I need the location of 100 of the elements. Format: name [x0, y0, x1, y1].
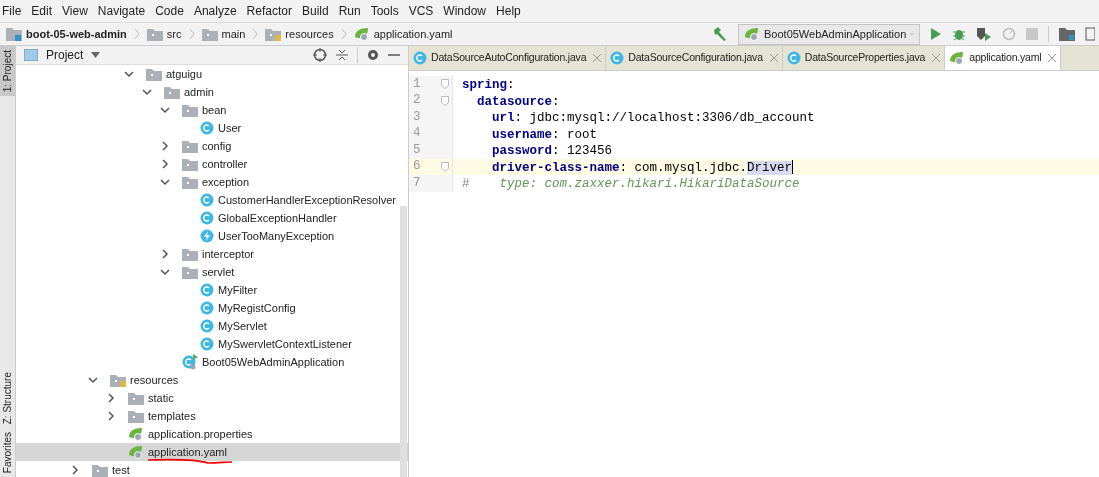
tree-item[interactable]: MyFilter — [16, 281, 408, 299]
bug-icon[interactable] — [952, 27, 966, 41]
shield-icon[interactable] — [976, 27, 992, 41]
breadcrumb-item[interactable]: boot-05-web-admin — [26, 25, 127, 43]
project-structure-icon[interactable] — [1059, 27, 1075, 41]
tree-item[interactable]: servlet — [16, 263, 408, 281]
spring-class-icon — [182, 354, 198, 370]
tree-item[interactable]: GlobalExceptionHandler — [16, 209, 408, 227]
text-cursor — [792, 160, 794, 175]
spring-leaf-icon — [128, 427, 144, 441]
menu-item[interactable]: Edit — [31, 2, 53, 20]
separator-icon — [340, 28, 347, 40]
menu-item[interactable]: Analyze — [193, 2, 237, 20]
line-number: 6 — [413, 158, 422, 176]
hammer-icon[interactable] — [712, 26, 728, 42]
settings-icon[interactable] — [366, 48, 380, 62]
spring-leaf-icon — [744, 27, 760, 41]
tree-item[interactable]: atguigu — [16, 65, 408, 83]
tree-item[interactable]: User — [16, 119, 408, 137]
chevron-down-icon[interactable] — [160, 177, 170, 187]
folder-icon — [182, 103, 198, 117]
spring-leaf-icon — [353, 27, 370, 41]
tree-item[interactable]: Boot05WebAdminApplication — [16, 353, 408, 371]
spring-leaf-icon — [949, 51, 966, 65]
breadcrumb-item[interactable]: src — [166, 25, 182, 43]
menu-item[interactable]: VCS — [408, 2, 434, 20]
chevron-right-icon[interactable] — [160, 159, 170, 169]
tree-item[interactable]: application.properties — [16, 425, 408, 443]
tree-item[interactable]: MySwervletContextListener — [16, 335, 408, 353]
tree-item[interactable]: MyServlet — [16, 317, 408, 335]
tree-item[interactable]: UserTooManyException — [16, 227, 408, 245]
spring-leaf-icon — [128, 445, 144, 459]
target-icon[interactable] — [313, 48, 327, 62]
collapse-icon[interactable] — [335, 48, 349, 62]
menu-item[interactable]: Run — [338, 2, 361, 20]
class-icon — [200, 283, 214, 297]
tree-item[interactable]: bean — [16, 101, 408, 119]
menu-item[interactable]: Code — [155, 2, 184, 20]
separator-icon — [252, 28, 259, 40]
tree-item[interactable]: MyRegistConfig — [16, 299, 408, 317]
chevron-down-icon[interactable] — [160, 267, 170, 277]
tree-item[interactable]: resources — [16, 371, 408, 389]
menu-item[interactable]: Help — [496, 2, 521, 20]
menu-item[interactable]: Navigate — [97, 2, 146, 20]
code-line: datasource: — [476, 93, 561, 109]
panel-title[interactable]: Project — [46, 46, 84, 64]
side-tab[interactable]: Favorites — [0, 427, 15, 477]
window-icon — [24, 49, 38, 61]
caret-icon[interactable] — [91, 52, 101, 58]
separator-icon — [133, 28, 140, 40]
line-number: 2 — [413, 92, 422, 110]
menu-item[interactable]: Refactor — [246, 2, 292, 20]
resources-folder-icon — [265, 27, 282, 41]
code-line: url: jdbc:mysql://localhost:3306/db_account — [491, 110, 816, 126]
folder-icon — [146, 27, 163, 41]
chevron-down-icon[interactable] — [142, 87, 152, 97]
folder-icon — [182, 175, 198, 189]
class-icon — [200, 121, 214, 135]
menu-item[interactable]: File — [2, 2, 22, 20]
chevron-down-icon[interactable] — [124, 69, 134, 79]
tree-item[interactable]: CustomerHandlerExceptionResolver — [16, 191, 408, 209]
run-config-dropdown[interactable]: Boot05WebAdminApplication — [738, 23, 920, 45]
chevron-down-icon[interactable] — [88, 375, 98, 385]
tree-item[interactable]: exception — [16, 173, 408, 191]
chevron-right-icon[interactable] — [106, 393, 116, 403]
breadcrumb-item[interactable]: main — [221, 25, 246, 43]
breadcrumb-item[interactable]: application.yaml — [373, 25, 453, 43]
scrollbar[interactable] — [400, 206, 407, 477]
folder-icon — [182, 157, 198, 171]
menu-item[interactable]: View — [62, 2, 88, 20]
folder-icon — [128, 409, 144, 423]
chevron-down-icon[interactable] — [160, 105, 170, 115]
folder-icon — [182, 247, 198, 261]
folder-icon — [164, 85, 180, 99]
panel-icon[interactable] — [1085, 27, 1095, 41]
tree-item[interactable]: controller — [16, 155, 408, 173]
menu-item[interactable]: Tools — [370, 2, 399, 20]
close-icon[interactable] — [1048, 54, 1057, 62]
line-number: 7 — [413, 174, 422, 192]
tree-item[interactable]: admin — [16, 83, 408, 101]
tree-item[interactable]: config — [16, 137, 408, 155]
run-icon[interactable] — [930, 27, 942, 41]
breadcrumb-item[interactable]: resources — [285, 25, 334, 43]
line-number: 4 — [413, 125, 422, 143]
chevron-right-icon[interactable] — [106, 411, 116, 421]
menu-item[interactable]: Build — [301, 2, 329, 20]
side-tab[interactable]: Z: Structure — [0, 367, 15, 428]
tree-item[interactable]: templates — [16, 407, 408, 425]
chevron-right-icon[interactable] — [160, 249, 170, 259]
tree-item[interactable]: static — [16, 389, 408, 407]
menu-item[interactable]: Window — [443, 2, 487, 20]
chevron-right-icon[interactable] — [70, 465, 80, 475]
editor-tab[interactable]: application.yaml — [945, 46, 1062, 70]
chevron-right-icon[interactable] — [160, 141, 170, 151]
side-tab[interactable]: 1: Project — [0, 46, 15, 97]
tree-item[interactable]: test — [16, 461, 408, 477]
tree-item[interactable]: application.yaml — [16, 443, 408, 461]
tree-item[interactable]: interceptor — [16, 245, 408, 263]
separator-icon — [188, 28, 195, 40]
code-line: username: root — [491, 126, 599, 142]
